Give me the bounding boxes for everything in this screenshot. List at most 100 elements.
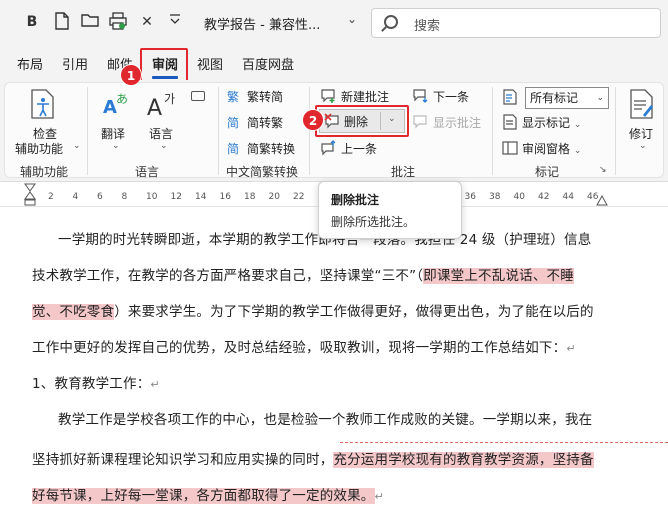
delete-button-highlight bbox=[315, 105, 409, 137]
show-comments-button[interactable]: 显示批注 bbox=[413, 113, 481, 133]
separator bbox=[309, 87, 310, 175]
open-folder-icon[interactable] bbox=[80, 12, 100, 32]
svg-text:가: 가 bbox=[164, 92, 175, 106]
ribbon-tabs: 布局 引用 邮件 审阅 视图 百度网盘 bbox=[0, 46, 668, 80]
paragraph-mark: ↵ bbox=[150, 378, 160, 391]
show-markup-button[interactable]: 显示标记 ⌄ bbox=[502, 113, 581, 133]
comment-highlight[interactable]: 充分运用学校现有的教育教学资源，坚持备 bbox=[333, 452, 594, 468]
ruler-number: 18 bbox=[244, 192, 256, 202]
language-button[interactable]: A가 语言 ⌄ bbox=[143, 87, 183, 157]
previous-comment-button[interactable]: 上一条 bbox=[321, 139, 377, 159]
comment-highlight[interactable]: 觉、不吃零食 bbox=[32, 304, 115, 320]
separator bbox=[615, 87, 616, 175]
ruler-number: 4 bbox=[72, 192, 79, 202]
paragraph-mark: ↵ bbox=[374, 490, 384, 503]
trad-to-simp-icon: 繁 bbox=[227, 88, 243, 104]
ruler-number: 42 bbox=[538, 192, 550, 202]
tab-view[interactable]: 视图 bbox=[197, 54, 223, 73]
ruler-number: 12 bbox=[170, 192, 182, 202]
chevron-down-icon: ⌄ bbox=[73, 141, 81, 151]
step-badge-2: 2 bbox=[302, 109, 324, 131]
track-changes-icon bbox=[629, 89, 655, 119]
svg-text:A: A bbox=[103, 97, 117, 118]
tab-baidu-netdisk[interactable]: 百度网盘 bbox=[242, 54, 294, 73]
review-pane-button[interactable]: 审阅窗格 ⌄ bbox=[502, 139, 581, 159]
chevron-down-icon: ⌄ bbox=[112, 141, 120, 151]
customize-icon[interactable] bbox=[165, 12, 185, 32]
next-comment-button[interactable]: 下一条 bbox=[413, 87, 469, 107]
next-comment-label: 下一条 bbox=[433, 90, 470, 104]
simp-to-trad-icon: 简 bbox=[227, 114, 243, 130]
bold-icon[interactable]: B bbox=[22, 12, 42, 32]
previous-comment-icon bbox=[321, 140, 337, 156]
ruler-number: 2 bbox=[48, 192, 54, 202]
tab-references[interactable]: 引用 bbox=[62, 54, 88, 73]
accessibility-label: 辅助功能 bbox=[15, 142, 64, 156]
chevron-down-icon: ⌄ bbox=[639, 141, 647, 151]
simp-to-trad-label: 简转繁 bbox=[247, 116, 284, 130]
tooltip-title: 删除批注 bbox=[331, 193, 380, 207]
comment-connector-line bbox=[340, 442, 668, 443]
document-title: 教学报告 - 兼容性... bbox=[204, 18, 321, 33]
translate-label: 翻译 bbox=[101, 127, 126, 141]
group-label-language: 语言 bbox=[135, 165, 160, 179]
tab-layout[interactable]: 布局 bbox=[17, 54, 43, 73]
chevron-down-icon: ⌄ bbox=[596, 93, 604, 103]
markup-icon bbox=[502, 89, 518, 105]
indent-marker-icon[interactable] bbox=[24, 183, 36, 207]
search-input[interactable]: 搜索 bbox=[371, 8, 661, 38]
group-label-comments: 批注 bbox=[391, 165, 416, 179]
separator bbox=[87, 87, 88, 175]
separator bbox=[218, 87, 219, 175]
doc-line-4: 工作中更好的发挥自己的优势，及时总结经验，吸取教训，现将一学期的工作总结如下：↵ bbox=[32, 340, 576, 356]
ruler-number: 38 bbox=[489, 192, 501, 202]
convert-button[interactable]: 简简繁转换 bbox=[227, 139, 295, 159]
trad-to-simp-button[interactable]: 繁繁转简 bbox=[227, 87, 283, 107]
check-accessibility-button[interactable]: 检查 辅助功能 ⌄ bbox=[13, 87, 81, 156]
new-doc-icon[interactable] bbox=[52, 12, 72, 32]
doc-line-2: 技术教学工作，在教学的各方面严格要求自己，坚持课堂“三不”（即课堂上不乱说话、不… bbox=[32, 268, 574, 284]
translate-icon: Aあ bbox=[101, 89, 131, 119]
doc-line-6: 教学工作是学校各项工作的中心，也是检验一个教师工作成败的关键。一学期以来，我在 bbox=[58, 412, 593, 428]
language-icon: A가 bbox=[147, 89, 181, 121]
close-x-icon[interactable]: ✕ bbox=[137, 12, 157, 32]
ruler-number: 22 bbox=[293, 192, 305, 202]
review-pane-icon bbox=[502, 140, 518, 156]
svg-text:简: 简 bbox=[227, 142, 239, 156]
ribbon-panel: 检查 辅助功能 ⌄ 辅助功能 Aあ 翻译 ⌄ A가 语言 ⌄ 语言 繁繁转简 简… bbox=[4, 82, 664, 179]
tooltip-description: 删除所选批注。 bbox=[331, 215, 416, 229]
convert-label: 简繁转换 bbox=[247, 142, 296, 156]
language-label: 语言 bbox=[149, 127, 174, 141]
convert-icon: 简 bbox=[227, 140, 243, 156]
ruler-number: 10 bbox=[146, 192, 158, 202]
right-indent-marker-icon[interactable] bbox=[596, 191, 608, 206]
next-comment-icon bbox=[413, 88, 429, 104]
track-changes-button[interactable]: 修订 ⌄ bbox=[621, 87, 661, 157]
ruler-number: 44 bbox=[562, 192, 574, 202]
dialog-launcher-icon[interactable]: ↘ bbox=[599, 165, 607, 175]
ribbon: 检查 辅助功能 ⌄ 辅助功能 Aあ 翻译 ⌄ A가 语言 ⌄ 语言 繁繁转简 简… bbox=[0, 80, 668, 182]
markup-select[interactable]: 所有标记 ⌄ bbox=[525, 87, 609, 109]
svg-text:A: A bbox=[147, 96, 162, 119]
chevron-down-icon: ⌄ bbox=[573, 120, 582, 130]
comment-highlight[interactable]: 即课堂上不乱说话、不睡 bbox=[423, 268, 574, 284]
accessibility-icon bbox=[30, 89, 56, 119]
ruler-number: 6 bbox=[97, 192, 103, 202]
new-comment-label: 新建批注 bbox=[341, 90, 390, 104]
previous-comment-label: 上一条 bbox=[341, 142, 378, 156]
paragraph-mark: ↵ bbox=[566, 342, 576, 355]
keyboard-icon[interactable] bbox=[191, 91, 205, 101]
show-markup-label: 显示标记 bbox=[522, 116, 571, 130]
print-icon[interactable] bbox=[108, 12, 128, 32]
show-comments-icon bbox=[413, 114, 429, 130]
doc-line-5: 1、教育教学工作：↵ bbox=[32, 376, 160, 392]
chevron-down-icon: ⌄ bbox=[160, 141, 168, 151]
document-canvas[interactable]: 一学期的时光转瞬即逝，本学期的教学工作即将告一段落。我担任 24 级（护理班）信… bbox=[0, 208, 668, 520]
comment-highlight[interactable]: 好每节课，上好每一堂课，各方面都取得了一定的效果。 bbox=[32, 488, 375, 504]
translate-button[interactable]: Aあ 翻译 ⌄ bbox=[95, 87, 135, 157]
search-icon bbox=[384, 15, 398, 29]
chevron-down-icon[interactable]: ⌄ bbox=[347, 12, 357, 26]
svg-text:简: 简 bbox=[227, 116, 239, 130]
simp-to-trad-button[interactable]: 简简转繁 bbox=[227, 113, 283, 133]
new-comment-button[interactable]: 新建批注 bbox=[321, 87, 389, 107]
